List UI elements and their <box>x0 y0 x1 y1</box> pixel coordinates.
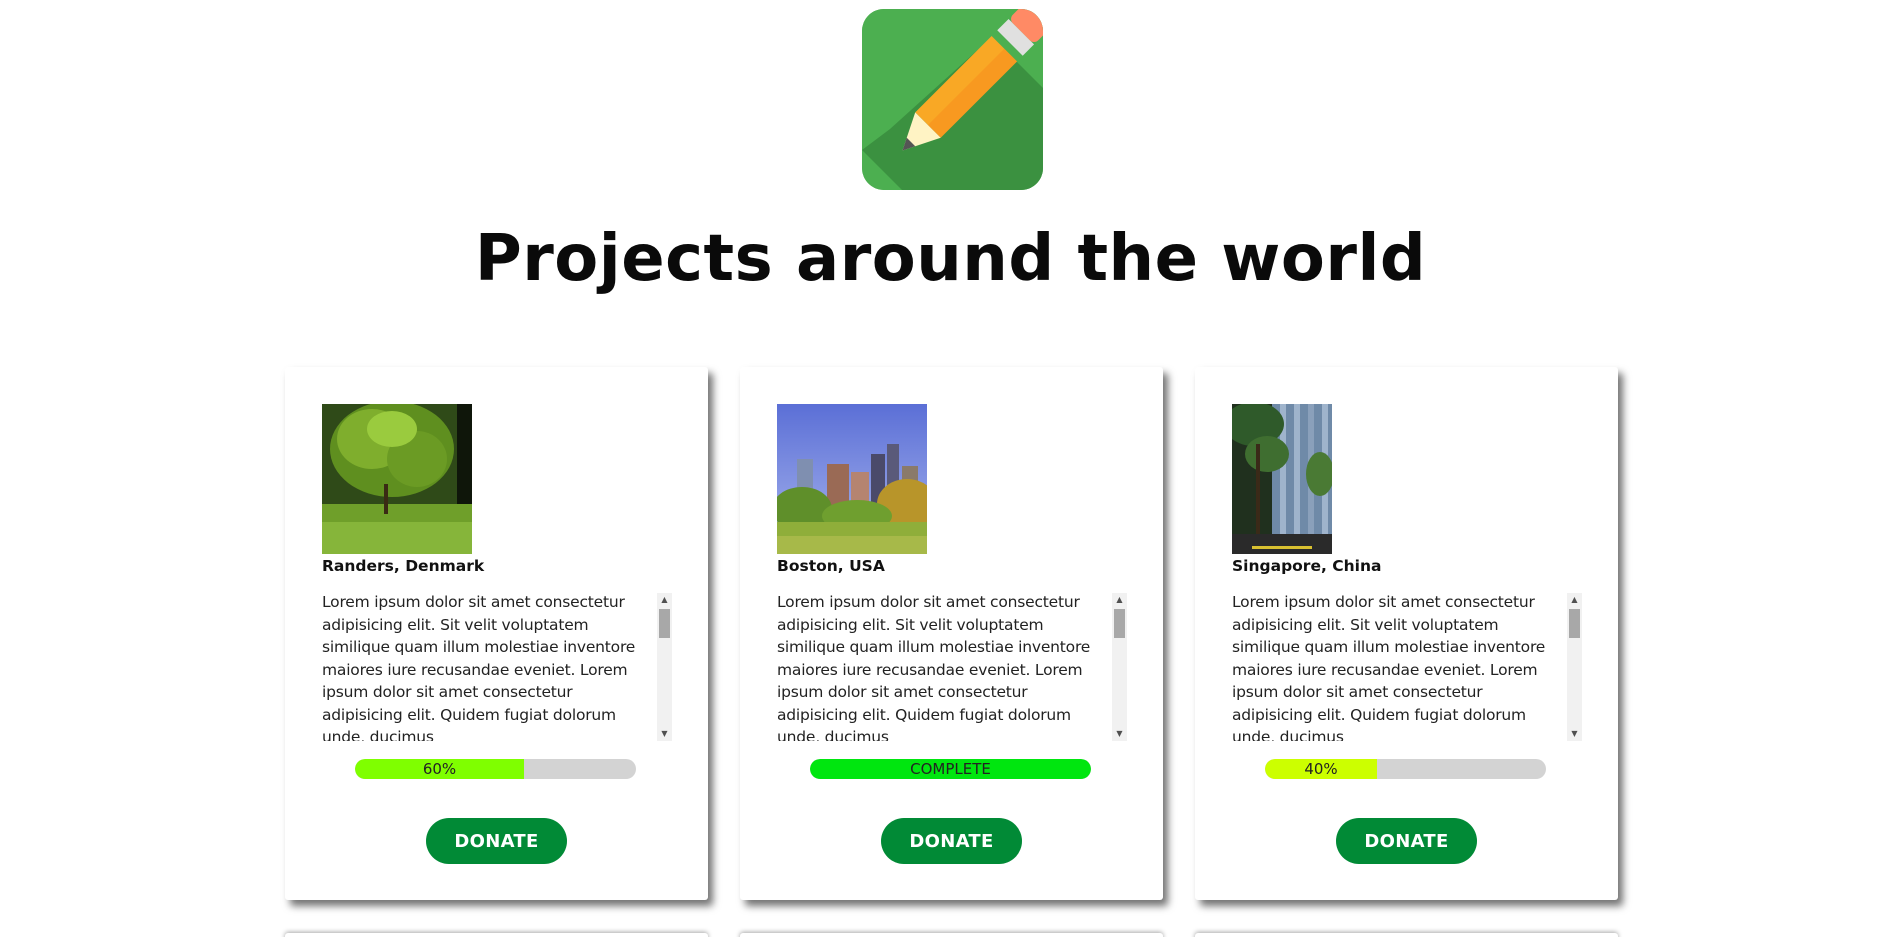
description-scroll-area[interactable]: Lorem ipsum dolor sit amet consectetur a… <box>322 593 672 741</box>
description-scroll-area[interactable]: Lorem ipsum dolor sit amet consectetur a… <box>1232 593 1582 741</box>
pencil-logo-icon <box>862 9 1043 190</box>
project-description: Lorem ipsum dolor sit amet consectetur a… <box>322 593 636 741</box>
scrollbar[interactable]: ▲ ▼ <box>1112 593 1127 741</box>
project-city: Randers, Denmark <box>322 557 485 575</box>
scroll-down-arrow-icon[interactable]: ▼ <box>657 727 672 741</box>
funding-progress-bar: 40% <box>1265 759 1546 779</box>
scrollbar-thumb[interactable] <box>659 609 670 638</box>
scroll-up-arrow-icon[interactable]: ▲ <box>657 593 672 607</box>
project-card-partial <box>285 933 708 937</box>
project-description: Lorem ipsum dolor sit amet consectetur a… <box>1232 593 1546 741</box>
donate-button[interactable]: DONATE <box>1336 818 1477 864</box>
scroll-down-arrow-icon[interactable]: ▼ <box>1112 727 1127 741</box>
donate-button[interactable]: DONATE <box>881 818 1022 864</box>
project-city: Boston, USA <box>777 557 885 575</box>
project-image <box>322 404 472 554</box>
scroll-up-arrow-icon[interactable]: ▲ <box>1567 593 1582 607</box>
project-image <box>1232 404 1382 554</box>
project-city: Singapore, China <box>1232 557 1382 575</box>
scrollbar[interactable]: ▲ ▼ <box>1567 593 1582 741</box>
progress-label: 40% <box>1304 760 1338 778</box>
scroll-down-arrow-icon[interactable]: ▼ <box>1567 727 1582 741</box>
funding-progress-bar: 60% <box>355 759 636 779</box>
project-card-partial <box>1195 933 1618 937</box>
project-image <box>777 404 927 554</box>
donate-button[interactable]: DONATE <box>426 818 567 864</box>
project-cards: Randers, Denmark Lorem ipsum dolor sit a… <box>285 367 1619 907</box>
description-scroll-area[interactable]: Lorem ipsum dolor sit amet consectetur a… <box>777 593 1127 741</box>
project-card: Randers, Denmark Lorem ipsum dolor sit a… <box>285 367 708 900</box>
project-description: Lorem ipsum dolor sit amet consectetur a… <box>777 593 1091 741</box>
scrollbar[interactable]: ▲ ▼ <box>657 593 672 741</box>
progress-label: COMPLETE <box>910 760 991 778</box>
progress-label: 60% <box>422 760 457 778</box>
page: Projects around the world Randers, Denma… <box>0 0 1901 937</box>
project-card: Boston, USA Lorem ipsum dolor sit amet c… <box>740 367 1163 900</box>
scrollbar-thumb[interactable] <box>1569 609 1580 638</box>
project-card-partial <box>740 933 1163 937</box>
page-title: Projects around the world <box>474 222 1427 296</box>
scroll-up-arrow-icon[interactable]: ▲ <box>1112 593 1127 607</box>
funding-progress-bar: COMPLETE <box>810 759 1091 779</box>
scrollbar-thumb[interactable] <box>1114 609 1125 638</box>
project-card: Singapore, China Lorem ipsum dolor sit a… <box>1195 367 1618 900</box>
